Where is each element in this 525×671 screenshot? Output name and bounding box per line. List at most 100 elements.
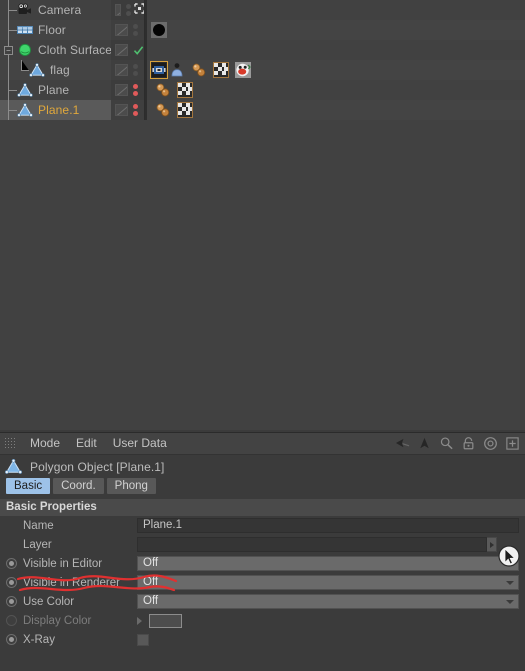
camera-icon: [18, 3, 31, 14]
object-type-icon: [17, 102, 33, 118]
back-arrow-icon[interactable]: [395, 436, 410, 451]
name-input[interactable]: Plane.1: [137, 518, 519, 533]
material-tag[interactable]: [177, 102, 193, 118]
object-visibility-cell[interactable]: [111, 40, 145, 60]
layer-picker-button[interactable]: [487, 537, 497, 552]
enabled-check[interactable]: [133, 45, 144, 56]
object-row[interactable]: flag: [0, 60, 525, 80]
object-tags-cell[interactable]: [147, 0, 525, 20]
target-icon[interactable]: [483, 436, 498, 451]
object-row[interactable]: Cloth Surface: [0, 40, 525, 60]
visible-in-renderer-label: Visible in Renderer: [23, 576, 120, 589]
object-name-cell[interactable]: Plane: [0, 80, 111, 100]
tab-basic[interactable]: Basic: [6, 478, 51, 494]
mouse-cursor-icon: [497, 545, 521, 569]
panel-grip-icon[interactable]: [4, 437, 17, 450]
object-name-cell[interactable]: Floor: [0, 20, 111, 40]
object-name-cell[interactable]: Camera: [0, 0, 111, 20]
object-name-cell[interactable]: Cloth Surface: [0, 40, 111, 60]
visible-editor-dot[interactable]: [133, 64, 138, 69]
object-tags-cell[interactable]: [147, 100, 525, 120]
add-icon[interactable]: [505, 436, 520, 451]
x-ray-animation-dot[interactable]: [6, 634, 17, 645]
visible-in-editor-animation-dot[interactable]: [6, 558, 17, 569]
phong-tag[interactable]: [191, 62, 207, 78]
object-row[interactable]: Plane.1: [0, 100, 525, 120]
material-tag[interactable]: [177, 82, 193, 98]
visible-editor-dot[interactable]: [133, 104, 138, 109]
menu-edit[interactable]: Edit: [68, 433, 105, 454]
layer-swatch[interactable]: [115, 24, 128, 36]
display-color-animation-dot[interactable]: [6, 615, 17, 626]
layer-field-group[interactable]: [137, 537, 497, 552]
expand-arrow-icon[interactable]: [137, 616, 142, 625]
cloth-surface-icon: [19, 43, 31, 56]
visible-in-editor-dropdown[interactable]: Off: [137, 556, 519, 571]
visible-in-renderer-animation-dot[interactable]: [6, 577, 17, 588]
layer-input[interactable]: [137, 537, 487, 552]
column-divider: [144, 60, 145, 80]
visible-editor-dot[interactable]: [126, 4, 131, 9]
cloth-belt-tag[interactable]: [169, 62, 185, 78]
layer-swatch[interactable]: [115, 104, 128, 116]
object-tags-cell[interactable]: [147, 40, 525, 60]
layer-swatch[interactable]: [115, 44, 128, 56]
visible-renderer-dot[interactable]: [126, 11, 131, 16]
visible-renderer-dot[interactable]: [133, 31, 138, 36]
object-row[interactable]: Plane: [0, 80, 525, 100]
object-row[interactable]: Floor: [0, 20, 525, 40]
object-name-cell[interactable]: flag: [0, 60, 111, 80]
object-type-icon: [17, 42, 33, 58]
use-color-dropdown[interactable]: Off: [137, 594, 519, 609]
visible-editor-dot[interactable]: [133, 84, 138, 89]
lock-icon[interactable]: [461, 436, 476, 451]
search-icon[interactable]: [439, 436, 454, 451]
object-row[interactable]: Camera: [0, 0, 525, 20]
visibility-dots[interactable]: [126, 4, 131, 16]
x-ray-checkbox[interactable]: [137, 633, 149, 646]
object-visibility-cell[interactable]: [111, 80, 145, 100]
visibility-dots[interactable]: [133, 24, 138, 36]
label-dot-leader: [123, 577, 133, 588]
object-tags-cell[interactable]: [147, 20, 525, 40]
menu-user-data[interactable]: User Data: [105, 433, 175, 454]
material-tag[interactable]: [213, 62, 229, 78]
forward-arrow-icon[interactable]: [417, 436, 432, 451]
object-list: Camera Floor Cloth Surface flag Plane Pl…: [0, 0, 525, 120]
display-color-swatch[interactable]: [149, 613, 182, 628]
object-tags-cell[interactable]: [147, 60, 525, 80]
object-visibility-cell[interactable]: [111, 100, 145, 120]
layer-swatch[interactable]: [115, 4, 121, 16]
visible-in-renderer-dropdown[interactable]: Off: [137, 575, 519, 590]
visible-renderer-dot[interactable]: [133, 111, 138, 116]
menu-mode[interactable]: Mode: [22, 433, 68, 454]
property-row: Visible in Editor Off: [0, 554, 525, 573]
cloth-tag[interactable]: [150, 61, 168, 79]
visible-renderer-dot[interactable]: [133, 91, 138, 96]
phong-tag[interactable]: [155, 102, 171, 118]
layer-swatch[interactable]: [115, 84, 128, 96]
object-visibility-cell[interactable]: [111, 0, 145, 20]
object-visibility-cell[interactable]: [111, 20, 145, 40]
object-name-cell[interactable]: Plane.1: [0, 100, 111, 120]
visibility-dots[interactable]: [133, 64, 138, 76]
column-divider: [144, 40, 145, 60]
layer-swatch[interactable]: [115, 64, 128, 76]
phong-tag[interactable]: [155, 82, 171, 98]
display-color-label-group: Display Color: [17, 615, 137, 627]
toolbar-icon-group: [395, 436, 525, 451]
tab-coord[interactable]: Coord.: [53, 478, 104, 494]
material-preview-tag[interactable]: [151, 22, 167, 38]
use-color-animation-dot[interactable]: [6, 596, 17, 607]
visible-renderer-dot[interactable]: [133, 71, 138, 76]
object-label: Plane: [38, 83, 70, 97]
visible-editor-dot[interactable]: [133, 24, 138, 29]
property-row: X-Ray: [0, 630, 525, 649]
visibility-dots[interactable]: [133, 84, 138, 96]
polygon-object-icon: [17, 83, 33, 97]
tab-phong[interactable]: Phong: [106, 478, 156, 494]
object-visibility-cell[interactable]: [111, 60, 145, 80]
texture-preview-tag[interactable]: [235, 62, 251, 78]
visibility-dots[interactable]: [133, 104, 138, 116]
object-tags-cell[interactable]: [147, 80, 525, 100]
